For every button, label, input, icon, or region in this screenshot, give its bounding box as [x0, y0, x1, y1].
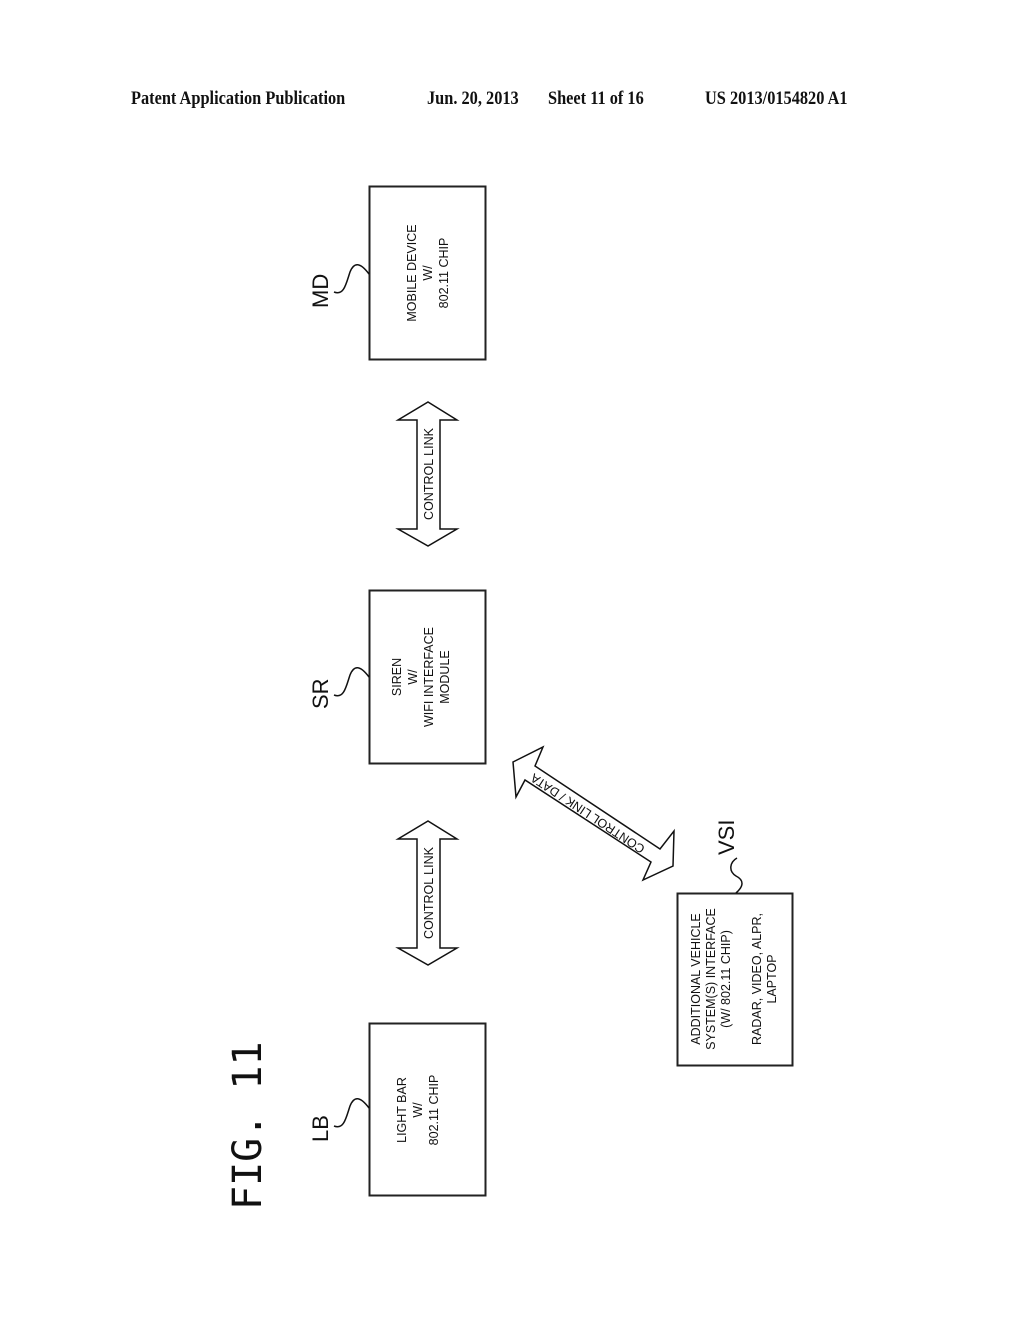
link-label-sr-lb: CONTROL LINK [422, 846, 436, 939]
block-mobile-device: MOBILE DEVICE W/ 802.11 CHIP MD [308, 185, 487, 361]
link-md-sr: CONTROL LINK [395, 401, 460, 547]
block-lb-line-1: LIGHT BAR [395, 1077, 409, 1143]
block-md-line-3: 802.11 CHIP [437, 238, 451, 309]
link-sr-vsi: CONTROL LINK / DATA [512, 745, 675, 882]
block-sr-line-4: MODULE [438, 650, 452, 703]
block-vsi-line-6: LAPTOP [765, 954, 779, 1003]
figure-label: FIG. 11 [225, 1041, 271, 1210]
block-lb-line-3: 802.11 CHIP [427, 1075, 441, 1146]
leader-line-lb [333, 1098, 370, 1128]
ref-label-vsi: VSI [714, 820, 739, 855]
link-label-md-sr: CONTROL LINK [422, 427, 436, 520]
block-vsi-line-2: SYSTEM(S) INTERFACE [704, 908, 718, 1050]
ref-label-md: MD [308, 274, 333, 308]
block-md-line-2: W/ [421, 265, 435, 281]
block-vsi-line-1: ADDITIONAL VEHICLE [689, 913, 703, 1045]
block-sr-line-1: SIREN [390, 658, 404, 696]
block-md-line-1: MOBILE DEVICE [405, 224, 419, 321]
link-label-sr-vsi: CONTROL LINK / DATA [528, 770, 648, 856]
block-lb-line-2: W/ [411, 1102, 425, 1118]
block-sr-line-2: W/ [406, 669, 420, 685]
block-light-bar: LIGHT BAR W/ 802.11 CHIP LB [308, 1022, 487, 1197]
leader-line-md [333, 264, 370, 294]
block-vsi-line-3: (W/ 802.11 CHIP) [719, 930, 733, 1028]
block-vsi-line-5: RADAR, VIDEO, ALPR, [750, 913, 764, 1045]
ref-label-sr: SR [308, 678, 333, 709]
ref-label-lb: LB [308, 1115, 333, 1142]
block-diagram: FIG. 11 MOBILE DEVICE W/ 802.11 CHIP MD … [225, 185, 794, 1210]
block-vehicle-systems-interface: ADDITIONAL VEHICLE SYSTEM(S) INTERFACE (… [676, 820, 794, 1067]
leader-line-sr [333, 667, 370, 697]
block-siren: SIREN W/ WIFI INTERFACE MODULE SR [308, 589, 487, 765]
leader-line-vsi [730, 857, 743, 894]
block-sr-line-3: WIFI INTERFACE [422, 627, 436, 727]
link-sr-lb: CONTROL LINK [395, 820, 460, 966]
